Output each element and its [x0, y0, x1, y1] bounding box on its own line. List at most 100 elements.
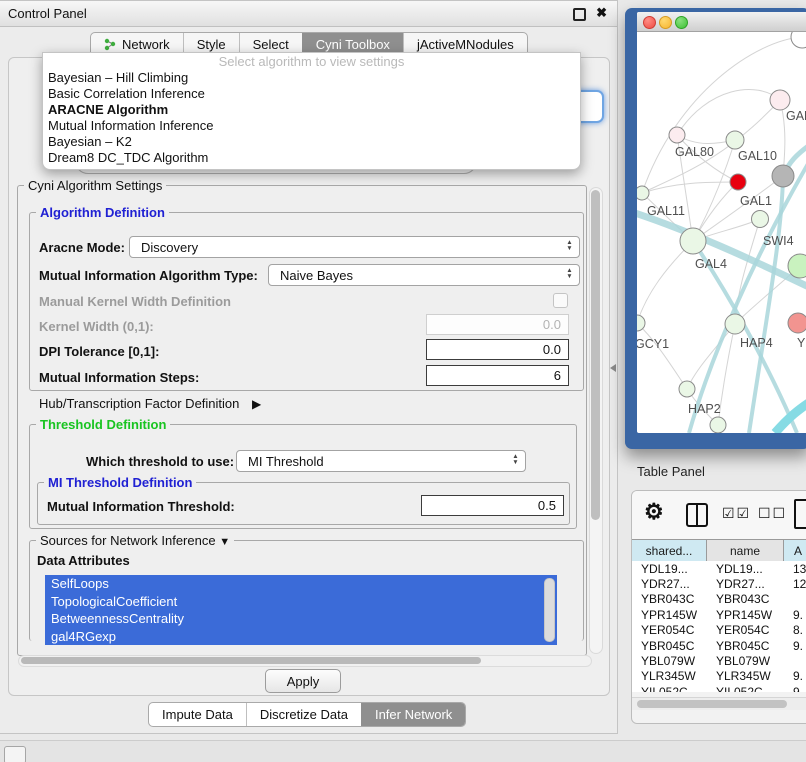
tab-infer-network[interactable]: Infer Network [361, 703, 465, 726]
table-header-row: shared... name A [632, 539, 806, 563]
mi-threshold-field[interactable]: 0.5 [421, 495, 564, 516]
attribute-list-item[interactable]: TopologicalCoefficient [45, 593, 557, 611]
table-body[interactable]: YDL19...YDL19...13YDR27...YDR27...12YBR0… [632, 561, 806, 692]
panel-title: Control Panel [8, 6, 87, 21]
network-view-window[interactable]: GALGAL80GAL10GAL1GAL11GAL4SWI4GCY1HAP4YH… [637, 12, 806, 433]
apply-button[interactable]: Apply [265, 669, 341, 693]
table-cell: YDR27... [632, 577, 707, 591]
table-cell: YBR045C [632, 639, 707, 653]
dropdown-item[interactable]: Mutual Information Inference [43, 118, 580, 134]
list-scrollbar-thumb[interactable] [544, 578, 555, 642]
split-columns-icon[interactable] [686, 503, 708, 527]
settings-vscroll-thumb[interactable] [591, 190, 600, 520]
sources-group: Sources for Network Inference ▼ Data Att… [29, 540, 584, 641]
table-cell: YDR27... [707, 577, 784, 591]
table-row[interactable]: YBL079WYBL079W [632, 653, 806, 668]
network-node-gal10[interactable] [726, 131, 744, 149]
kernel-width-field[interactable]: 0.0 [426, 314, 569, 335]
table-row[interactable]: YDR27...YDR27...12 [632, 576, 806, 591]
file-icon[interactable] [794, 499, 806, 529]
screenshot-root: Control Panel ✖ Network Style Select Cyn… [0, 0, 806, 762]
panel-collapse-arrow-icon[interactable] [610, 364, 616, 372]
network-node-gcy1[interactable] [637, 315, 645, 331]
mi-steps-field[interactable]: 6 [426, 365, 569, 386]
table-cell: YER054C [632, 623, 707, 637]
dropdown-item[interactable]: ARACNE Algorithm [43, 102, 580, 118]
tab-style-label: Style [197, 37, 226, 52]
network-node[interactable] [791, 32, 806, 48]
table-row[interactable]: YER054CYER054C8. [632, 623, 806, 638]
network-node[interactable] [730, 174, 746, 190]
collapse-down-icon[interactable]: ▼ [219, 536, 230, 548]
dpi-tolerance-field[interactable]: 0.0 [426, 339, 569, 360]
column-header-name[interactable]: name [707, 540, 784, 562]
table-cell: YIL052C [707, 685, 784, 692]
attribute-list-item[interactable]: BetweennessCentrality [45, 610, 557, 628]
panel-toggle-button[interactable] [4, 746, 26, 762]
table-row[interactable]: YBR045CYBR045C9. [632, 638, 806, 653]
close-light[interactable] [643, 16, 656, 29]
dropdown-item[interactable]: Dream8 DC_TDC Algorithm [43, 150, 580, 166]
data-attributes-list[interactable]: SelfLoopsTopologicalCoefficientBetweenne… [45, 575, 557, 645]
tab-discretize-data[interactable]: Discretize Data [246, 703, 361, 726]
settings-horizontal-scrollbar[interactable] [18, 655, 592, 667]
attribute-list-item[interactable]: gal4RGexp [45, 628, 557, 646]
table-cell: YLR345W [632, 669, 707, 683]
attribute-list-item[interactable]: SelfLoops [45, 575, 557, 593]
mi-threshold-definition-group: MI Threshold Definition Mutual Informati… [37, 482, 570, 525]
float-window-icon[interactable] [573, 8, 586, 21]
zoom-light[interactable] [675, 16, 688, 29]
hub-tf-definition-toggle[interactable]: Hub/Transcription Factor Definition ▶ [39, 396, 261, 411]
network-node[interactable] [710, 417, 726, 433]
column-header-third[interactable]: A [784, 540, 806, 562]
tab-jactivemnodules-label: jActiveMNodules [417, 37, 514, 52]
which-threshold-select[interactable]: MI Threshold ▲▼ [236, 450, 526, 472]
node-label: GAL4 [695, 257, 727, 271]
algorithm-definition-title: Algorithm Definition [36, 205, 169, 220]
settings-vertical-scrollbar[interactable] [589, 187, 603, 654]
checked-boxes-icon[interactable]: ☑☑ [722, 505, 751, 522]
dropdown-item[interactable]: Bayesian – Hill Climbing [43, 70, 580, 86]
aracne-mode-select[interactable]: Discovery ▲▼ [129, 236, 580, 258]
network-node-gal4[interactable] [680, 228, 706, 254]
mi-algorithm-type-select[interactable]: Naive Bayes ▲▼ [268, 264, 580, 286]
table-horizontal-scrollbar[interactable] [632, 697, 806, 710]
settings-hscroll-thumb[interactable] [21, 657, 481, 664]
table-panel-title: Table Panel [637, 464, 705, 479]
table-row[interactable]: YLR345WYLR345W9. [632, 669, 806, 684]
network-node-gal11[interactable] [637, 186, 649, 200]
table-row[interactable]: YIL052CYIL052C9. [632, 684, 806, 692]
threshold-definition-group: Threshold Definition Which threshold to … [29, 424, 577, 529]
node-label: Y [797, 336, 806, 350]
expand-right-icon: ▶ [252, 397, 261, 411]
network-node-hap4[interactable] [725, 314, 745, 334]
table-cell: YLR345W [707, 669, 784, 683]
close-icon[interactable]: ✖ [596, 5, 607, 21]
table-cell: 8. [784, 623, 806, 637]
network-node-gal80[interactable] [669, 127, 685, 143]
manual-kernel-checkbox[interactable] [553, 293, 568, 308]
table-hscroll-thumb[interactable] [637, 700, 787, 708]
table-row[interactable]: YDL19...YDL19...13 [632, 561, 806, 576]
data-attributes-label: Data Attributes [37, 553, 130, 568]
dropdown-item[interactable]: Bayesian – K2 [43, 134, 580, 150]
dropdown-item[interactable]: Basic Correlation Inference [43, 86, 580, 102]
minimize-light[interactable] [659, 16, 672, 29]
network-node-hap2[interactable] [679, 381, 695, 397]
network-node-gal[interactable] [770, 90, 790, 110]
mi-steps-value: 6 [554, 368, 561, 383]
network-node-y[interactable] [788, 313, 806, 333]
gear-icon[interactable]: ⚙ [644, 499, 664, 525]
which-threshold-label: Which threshold to use: [86, 454, 234, 469]
network-graph-canvas[interactable]: GALGAL80GAL10GAL1GAL11GAL4SWI4GCY1HAP4YH… [637, 32, 806, 433]
column-header-shared[interactable]: shared... [632, 540, 707, 562]
network-node-gal1[interactable] [752, 211, 769, 228]
unchecked-boxes-icon[interactable]: ☐☐ [758, 505, 787, 522]
network-node[interactable] [772, 165, 794, 187]
tab-impute-data[interactable]: Impute Data [149, 703, 246, 726]
table-row[interactable]: YBR043CYBR043C [632, 592, 806, 607]
tab-network-label: Network [122, 37, 170, 52]
node-label: GAL11 [647, 204, 685, 218]
node-label: GCY1 [637, 337, 669, 351]
table-row[interactable]: YPR145WYPR145W9. [632, 607, 806, 622]
